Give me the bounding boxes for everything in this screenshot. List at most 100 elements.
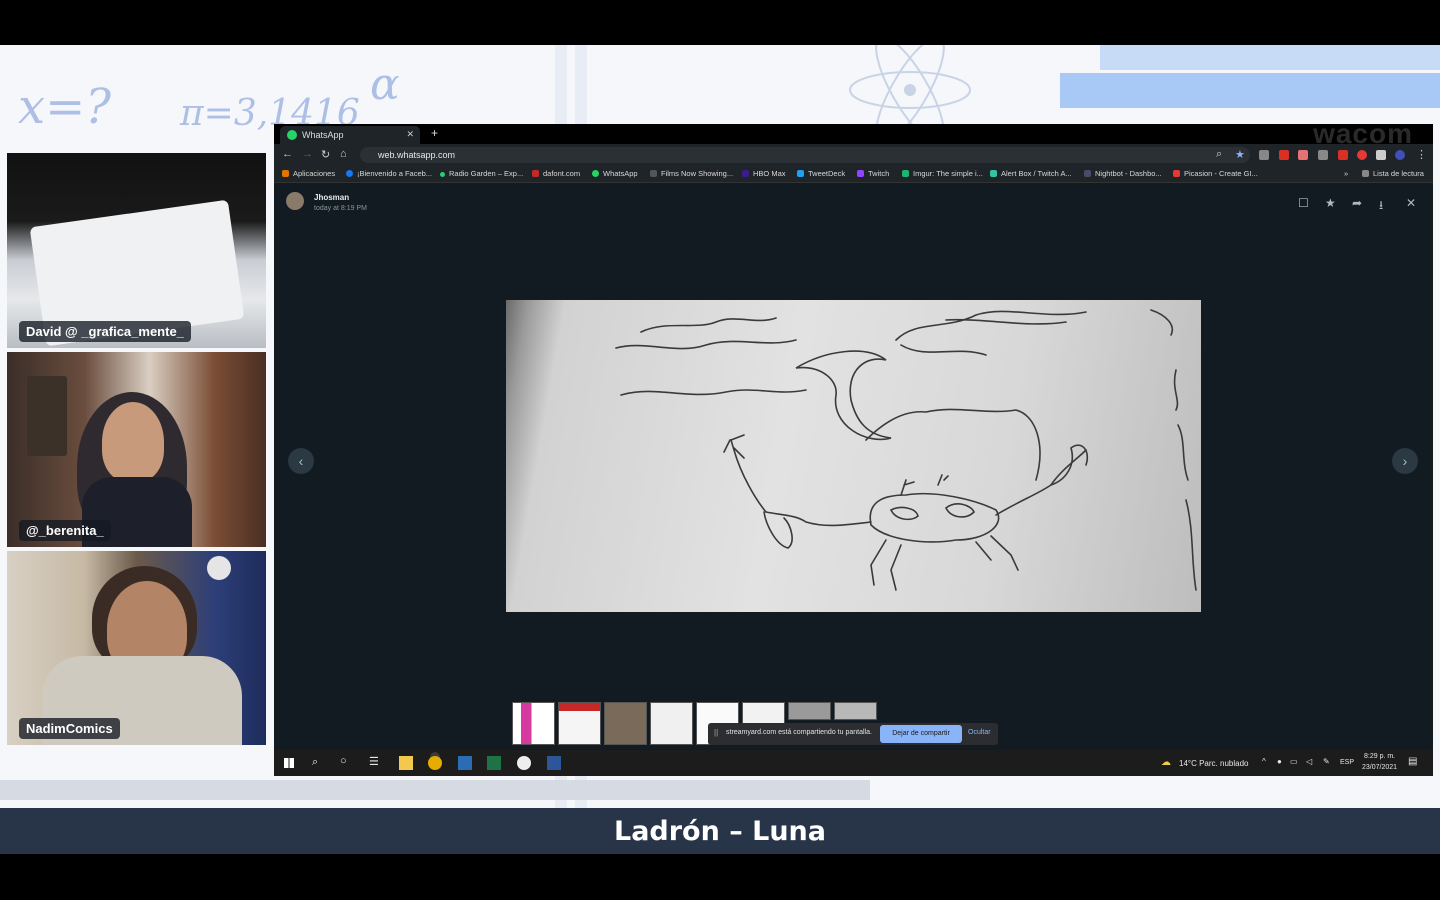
puzzle-icon[interactable] xyxy=(1376,150,1386,160)
background-formula: α xyxy=(370,59,400,110)
bookmark-item[interactable]: ¡Bienvenido a Faceb... xyxy=(346,169,432,178)
hide-notice-button[interactable]: Ocultar xyxy=(968,729,991,736)
forward-icon[interactable]: ➦ xyxy=(1352,196,1362,210)
extension-icon[interactable] xyxy=(1338,150,1348,160)
bookmark-item[interactable]: TweetDeck xyxy=(797,169,845,178)
banner-caption: Ladrón – Luna xyxy=(613,816,826,847)
browser-address-bar: ← → ↻ ⌂ web.whatsapp.com ⌕ ★ ⋮ xyxy=(274,144,1433,166)
stream-canvas: x=? π=3,1416 α David @ _grafica_mente_ @… xyxy=(0,0,1440,900)
url-text: web.whatsapp.com xyxy=(378,150,456,160)
background-accent-bar xyxy=(1100,45,1440,70)
pen-icon[interactable]: ✎ xyxy=(1323,757,1330,766)
wall-clock xyxy=(207,556,231,580)
zoom-icon[interactable]: ⌕ xyxy=(1216,148,1222,161)
star-icon[interactable]: ★ xyxy=(1325,196,1336,210)
menu-icon[interactable]: ⋮ xyxy=(1416,148,1427,161)
bookmark-item[interactable]: Twitch xyxy=(857,169,889,178)
shared-drawing-image xyxy=(506,300,1201,612)
search-icon[interactable]: ⌕ xyxy=(312,756,318,769)
chevron-up-icon[interactable]: ^ xyxy=(1262,757,1266,766)
media-thumbnail[interactable] xyxy=(512,702,555,745)
drag-handle-icon[interactable]: || xyxy=(714,728,718,737)
weather-icon: ☁ xyxy=(1161,757,1171,768)
crab-drawing xyxy=(615,309,1197,591)
media-thumbnail[interactable] xyxy=(788,702,831,720)
bookmark-item[interactable]: dafont.com xyxy=(532,169,580,178)
extension-icon[interactable] xyxy=(1279,150,1289,160)
next-image-button[interactable]: › xyxy=(1392,448,1418,474)
sender-avatar xyxy=(286,192,304,210)
weather-status[interactable]: 14°C Parc. nublado xyxy=(1179,759,1248,768)
bottom-letterbox xyxy=(0,854,1440,900)
forward-icon[interactable]: → xyxy=(302,148,313,160)
share-notice-text: streamyard.com está compartiendo tu pant… xyxy=(726,729,872,736)
star-icon[interactable]: ★ xyxy=(1235,148,1245,161)
previous-image-button[interactable]: ‹ xyxy=(288,448,314,474)
download-icon[interactable]: ⭳ xyxy=(1379,196,1383,217)
media-viewer-header: Jhosman today at 8:19 PM ☐ ★ ➦ ⭳ ✕ xyxy=(274,184,1433,224)
background-formula: x=? xyxy=(18,79,112,135)
home-icon[interactable]: ⌂ xyxy=(340,148,347,160)
chrome-icon[interactable] xyxy=(428,756,442,770)
cortana-icon[interactable]: ○ xyxy=(340,755,347,767)
media-thumbnail[interactable] xyxy=(604,702,647,745)
browser-tab-bar: WhatsApp ✕ + wacom xyxy=(274,118,1433,149)
app-icon[interactable] xyxy=(517,756,531,770)
bookmark-item[interactable]: Imgur: The simple i... xyxy=(902,169,983,178)
whatsapp-icon xyxy=(287,130,297,140)
browser-tab-whatsapp[interactable]: WhatsApp ✕ xyxy=(280,126,420,144)
close-icon[interactable]: ✕ xyxy=(1406,196,1416,210)
participant-name: David @ _grafica_mente_ xyxy=(19,321,191,342)
reload-icon[interactable]: ↻ xyxy=(321,148,330,161)
background-accent-bar xyxy=(1060,73,1440,108)
screen-share-window: WhatsApp ✕ + wacom ← → ↻ ⌂ web.whatsapp.… xyxy=(274,118,1433,776)
network-icon[interactable]: ▭ xyxy=(1290,757,1298,766)
notifications-icon[interactable]: ▤ xyxy=(1408,756,1417,767)
reading-list-button[interactable]: Lista de lectura xyxy=(1362,169,1424,178)
excel-icon[interactable] xyxy=(487,756,501,770)
extension-icon[interactable] xyxy=(1357,150,1367,160)
top-letterbox xyxy=(0,0,1440,45)
task-view-icon[interactable]: ☰ xyxy=(369,755,379,768)
word-icon[interactable] xyxy=(547,756,561,770)
wall-picture xyxy=(27,376,67,456)
media-thumbnail[interactable] xyxy=(834,702,877,720)
more-bookmarks-icon[interactable]: » xyxy=(1344,169,1348,178)
file-explorer-icon[interactable] xyxy=(399,756,413,770)
start-icon[interactable] xyxy=(284,758,294,768)
close-icon[interactable]: ✕ xyxy=(406,129,414,140)
webcam-participant-3: NadimComics xyxy=(7,551,266,745)
clock-time[interactable]: 8:29 p. m. xyxy=(1364,753,1395,760)
extension-icon[interactable] xyxy=(1318,150,1328,160)
sent-timestamp: today at 8:19 PM xyxy=(314,205,367,212)
media-thumbnail[interactable] xyxy=(558,702,601,745)
microphone-icon[interactable]: ● xyxy=(1277,757,1282,766)
participant-face xyxy=(102,402,164,482)
input-language[interactable]: ESP xyxy=(1340,759,1354,766)
bookmark-item[interactable]: Radio Garden – Exp... xyxy=(440,169,523,178)
participant-name: NadimComics xyxy=(19,718,120,739)
url-input[interactable]: web.whatsapp.com xyxy=(360,147,1250,163)
bookmark-item[interactable]: Alert Box / Twitch A... xyxy=(990,169,1072,178)
bookmark-item[interactable]: WhatsApp xyxy=(592,169,638,178)
atom-icon xyxy=(849,45,971,135)
bookmark-item[interactable]: Nightbot - Dashbo... xyxy=(1084,169,1162,178)
app-icon[interactable] xyxy=(458,756,472,770)
extension-icon[interactable] xyxy=(1259,150,1269,160)
volume-icon[interactable]: ◁ xyxy=(1306,757,1312,766)
media-thumbnail[interactable] xyxy=(650,702,693,745)
bookmark-item[interactable]: Aplicaciones xyxy=(282,169,335,178)
go-to-message-icon[interactable]: ☐ xyxy=(1298,196,1309,210)
profile-avatar[interactable] xyxy=(1395,150,1405,160)
participant-name: @_berenita_ xyxy=(19,520,111,541)
bookmark-item[interactable]: HBO Max xyxy=(742,169,786,178)
clock-date[interactable]: 23/07/2021 xyxy=(1362,764,1397,771)
new-tab-button[interactable]: + xyxy=(431,126,438,140)
webcam-participant-2: @_berenita_ xyxy=(7,352,266,547)
extension-icon[interactable] xyxy=(1298,150,1308,160)
back-icon[interactable]: ← xyxy=(282,148,293,160)
bookmark-item[interactable]: Films Now Showing... xyxy=(650,169,733,178)
bookmark-item[interactable]: Picasion - Create GI... xyxy=(1173,169,1258,178)
windows-taskbar: ⌕ ○ ☰ ☁ 14°C Parc. nublado ^ ● ▭ ◁ ✎ ESP… xyxy=(274,750,1433,776)
stop-sharing-button[interactable]: Dejar de compartir xyxy=(880,725,962,743)
